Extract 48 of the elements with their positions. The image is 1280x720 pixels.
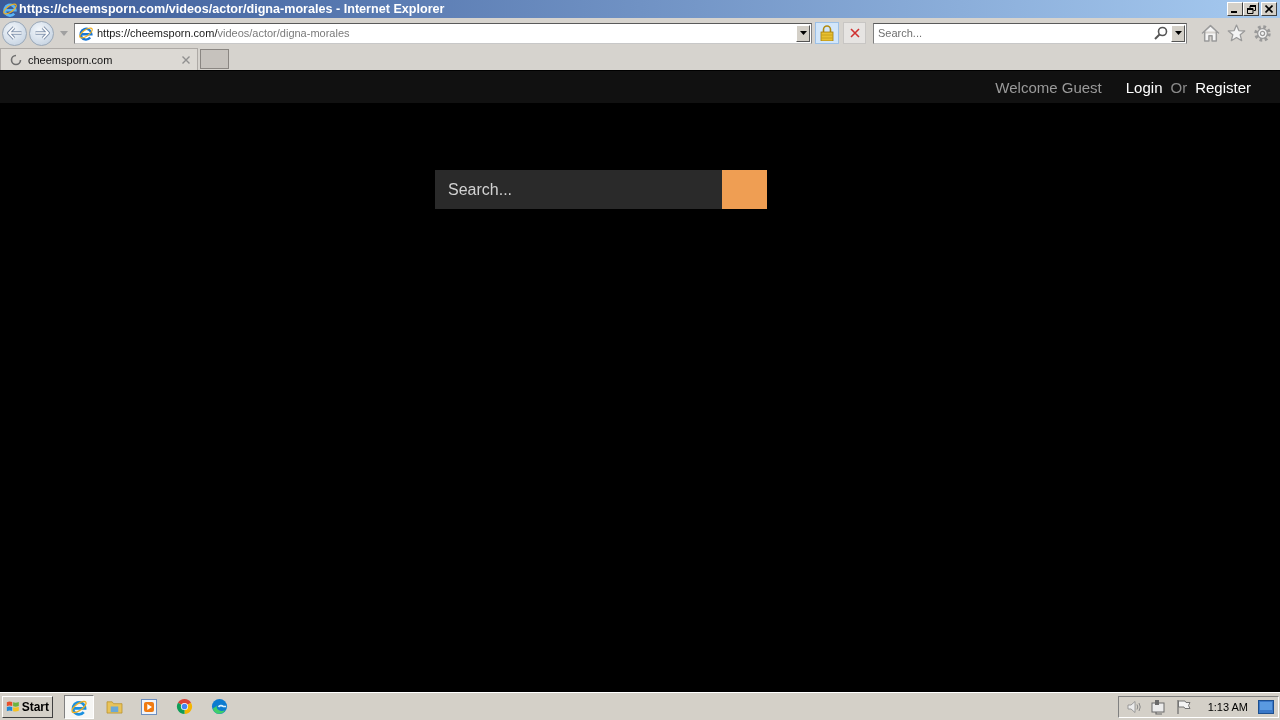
right-arrow-icon [33, 26, 50, 40]
register-link[interactable]: Register [1195, 78, 1251, 96]
login-link[interactable]: Login [1125, 78, 1163, 96]
clock[interactable]: 1:13 AM [1207, 700, 1248, 713]
cross-icon [849, 28, 860, 38]
stop-button[interactable] [843, 22, 866, 44]
welcome-text: Welcome Guest [995, 78, 1102, 96]
folder-icon [105, 699, 123, 714]
lock-button[interactable] [815, 22, 839, 44]
search-icon[interactable] [1154, 26, 1168, 40]
window-title: https://cheemsporn.com/videos/actor/digna-morales - Internet Explorer [19, 2, 446, 16]
address-text: https://cheemsporn.com/videos/actor/digna-morales [97, 27, 351, 39]
search-field[interactable]: Search... [873, 22, 1187, 44]
caret-icon [799, 31, 807, 35]
forward-button[interactable] [29, 20, 54, 46]
e-logo-icon [2, 1, 18, 17]
play-icon [141, 698, 157, 715]
flag-icon[interactable] [1175, 698, 1192, 715]
restore-icon [1246, 4, 1256, 14]
start-button[interactable]: Start [2, 695, 53, 718]
show-desktop-icon[interactable] [1258, 699, 1274, 714]
search-input[interactable]: Search... [435, 170, 722, 209]
back-button[interactable] [2, 20, 27, 46]
home-icon[interactable] [1201, 24, 1220, 42]
round-logo-icon [175, 698, 193, 715]
network-icon[interactable] [1150, 698, 1167, 715]
left-arrow-icon [6, 26, 23, 40]
browser-tab[interactable]: cheemsporn.com [0, 48, 198, 70]
close-icon [182, 55, 190, 64]
e-logo-icon [78, 25, 94, 41]
dropdown-button[interactable] [796, 24, 810, 42]
caret-icon [1174, 31, 1182, 35]
windows-logo-icon [6, 699, 20, 714]
settings-icon[interactable] [1253, 23, 1272, 43]
minimize-button[interactable] [1227, 2, 1243, 16]
restore-button[interactable] [1243, 2, 1259, 16]
caret-icon[interactable] [60, 30, 68, 36]
padlock-icon [820, 25, 834, 41]
or-text: Or [1170, 78, 1188, 96]
close-tab-button[interactable] [181, 54, 191, 65]
star-icon[interactable] [1227, 24, 1246, 42]
address-field[interactable]: https://cheemsporn.com/videos/actor/digna-morales [74, 22, 812, 44]
close-icon [1265, 5, 1273, 13]
taskbar-button[interactable] [64, 694, 94, 719]
swirl-logo-icon [210, 698, 228, 715]
new-tab-button[interactable] [200, 49, 229, 69]
volume-icon[interactable] [1125, 698, 1142, 715]
close-button[interactable] [1261, 2, 1277, 16]
